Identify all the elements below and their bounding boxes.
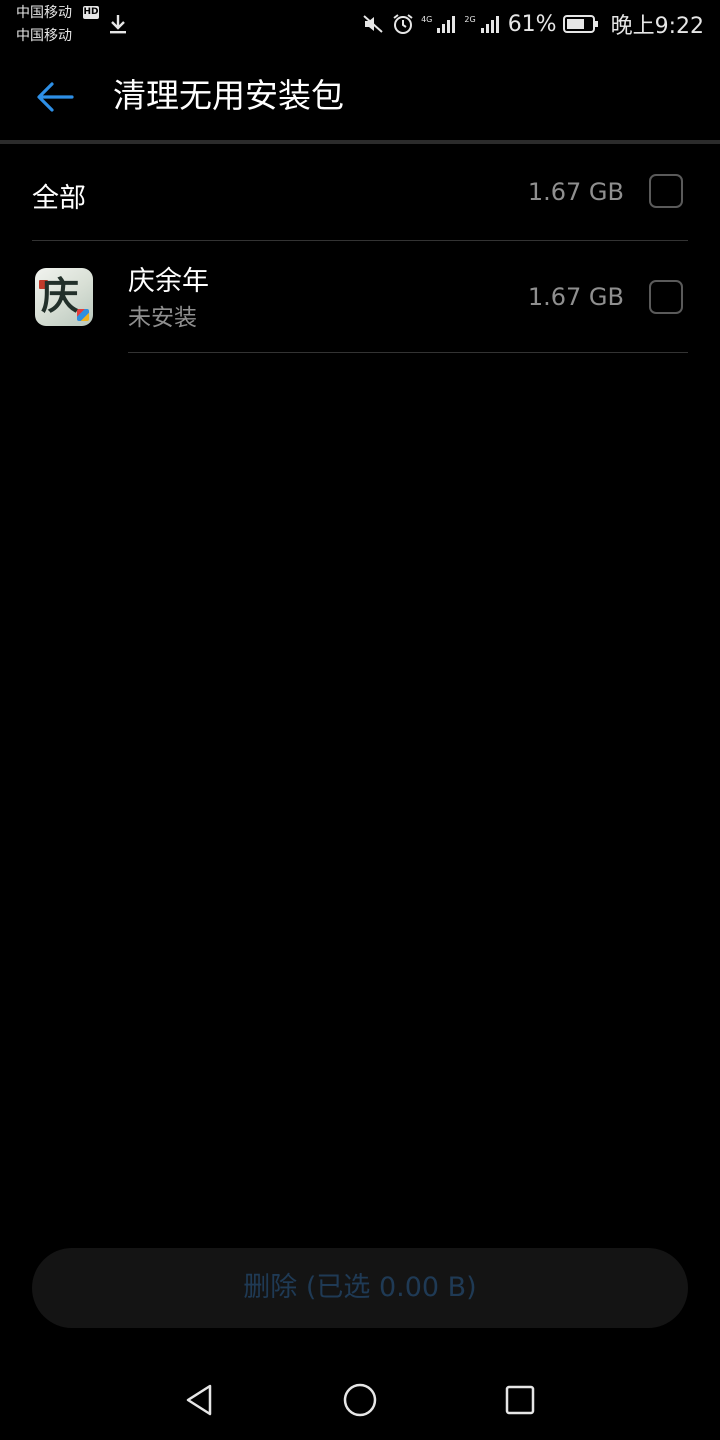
battery-icon [562,15,598,33]
back-arrow-icon[interactable] [30,72,80,122]
app-name: 庆余年 [128,266,209,297]
app-checkbox[interactable] [649,280,683,314]
hd-badge: HD [83,6,99,19]
list-divider [128,352,688,353]
app-icon-glyph: 庆 [41,273,80,318]
network-label-2: 2G [464,14,476,24]
select-all-checkbox[interactable] [649,174,683,208]
clock: 晚上9:22 [610,14,704,39]
mute-icon [363,15,383,33]
nav-back-triangle-icon[interactable] [180,1380,220,1420]
carrier-label-1: 中国移动 [16,5,72,21]
app-bar: 清理无用安装包 [0,50,720,140]
app-size: 1.67 GB [527,283,624,311]
nav-home-circle-icon[interactable] [340,1380,380,1420]
alarm-icon [393,14,413,34]
download-icon [110,15,126,34]
battery-percent: 61% [507,11,557,37]
status-bar: 中国移动 HD 中国移动 4G 2G 61% 晚上9:22 [0,0,720,50]
signal-icon [437,16,456,33]
signal-icon [480,16,499,33]
app-icon-badge [77,309,89,321]
nav-recent-square-icon[interactable] [500,1380,540,1420]
status-icons: 4G 2G 61% 晚上9:22 [361,8,704,40]
select-all-label: 全部 [32,183,86,214]
select-all-size: 1.67 GB [527,178,624,206]
page-title: 清理无用安装包 [113,76,344,115]
qingyunian-app-icon: 庆 [35,268,93,326]
network-label-1: 4G [421,14,433,24]
select-all-row[interactable]: 全部 1.67 GB [32,144,688,240]
delete-button[interactable]: 删除 (已选 0.00 B) [32,1248,688,1328]
carrier-label-2: 中国移动 [16,28,72,44]
list-item[interactable]: 庆 庆余年 未安装 1.67 GB [32,241,688,352]
navigation-bar [0,1360,720,1440]
app-install-status: 未安装 [128,305,197,331]
